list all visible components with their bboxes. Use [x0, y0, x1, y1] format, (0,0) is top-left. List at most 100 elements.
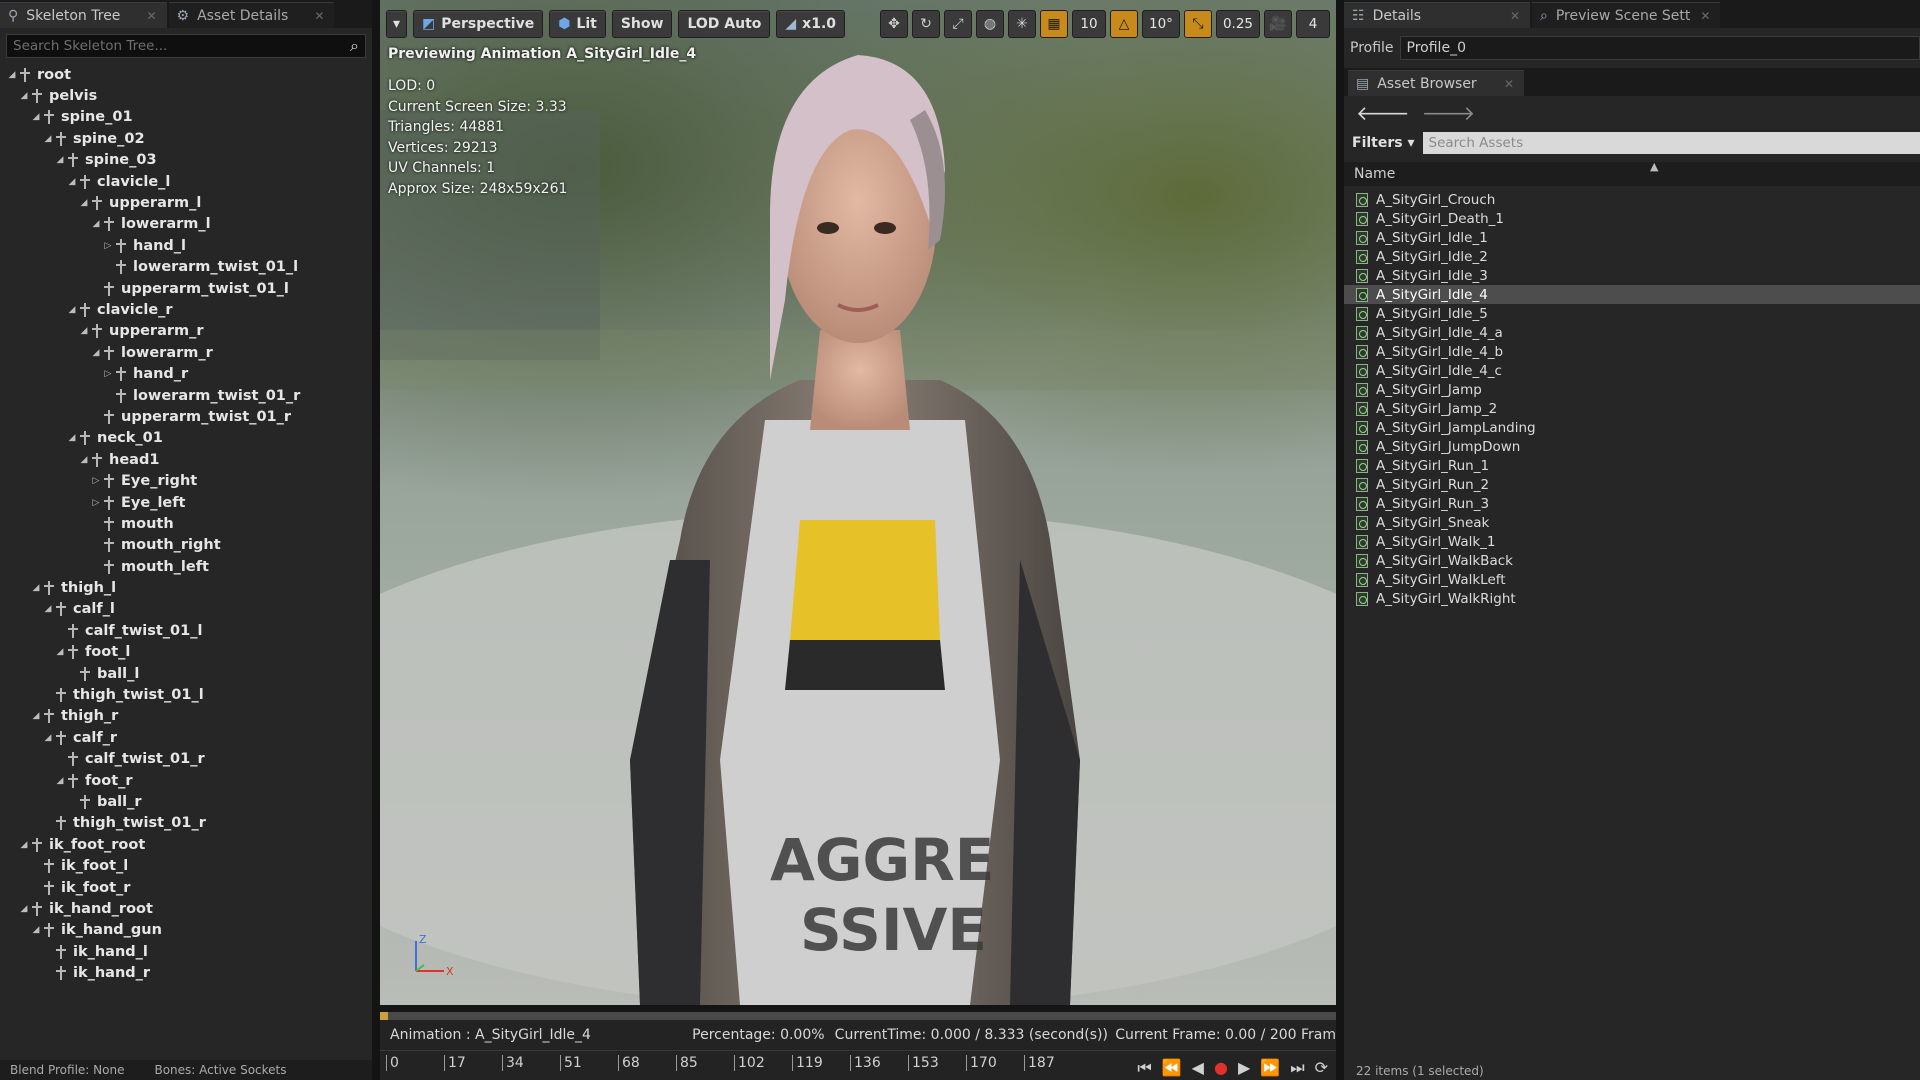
collapsed-arrow-icon[interactable]: ▷	[90, 498, 102, 508]
tab-asset-browser[interactable]: ▤ Asset Browser ✕	[1348, 70, 1524, 96]
expanded-arrow-icon[interactable]: ◢	[54, 155, 66, 165]
play-icon[interactable]: ▶	[1238, 1058, 1250, 1078]
bone-row[interactable]: calf_twist_01_r	[0, 749, 372, 770]
close-icon[interactable]: ✕	[314, 9, 324, 23]
expanded-arrow-icon[interactable]: ◢	[66, 305, 78, 315]
bone-row[interactable]: ◢ thigh_r	[0, 706, 372, 727]
bone-row[interactable]: ◢ calf_r	[0, 727, 372, 748]
bone-row[interactable]: mouth_right	[0, 535, 372, 556]
bone-row[interactable]: ◢ calf_l	[0, 599, 372, 620]
playback-speed-button[interactable]: ◢ x1.0	[776, 10, 846, 38]
world-space-icon[interactable]: ◍	[976, 10, 1004, 38]
collapsed-arrow-icon[interactable]: ▷	[90, 476, 102, 486]
bone-row[interactable]: ◢ foot_l	[0, 642, 372, 663]
bone-row[interactable]: ◢ lowerarm_l	[0, 214, 372, 235]
expanded-arrow-icon[interactable]: ◢	[90, 348, 102, 358]
bone-row[interactable]: ◢ spine_02	[0, 128, 372, 149]
asset-row[interactable]: A_SityGirl_Idle_5	[1344, 304, 1920, 323]
bone-row[interactable]: ◢ foot_r	[0, 770, 372, 791]
bone-row[interactable]: ◢ upperarm_l	[0, 192, 372, 213]
tab-preview-scene-settings[interactable]: ⌕ Preview Scene Sett ✕	[1532, 2, 1721, 28]
asset-row[interactable]: A_SityGirl_Crouch	[1344, 190, 1920, 209]
asset-row[interactable]: A_SityGirl_Run_2	[1344, 475, 1920, 494]
bone-row[interactable]: ▷ hand_l	[0, 235, 372, 256]
expanded-arrow-icon[interactable]: ◢	[18, 904, 30, 914]
asset-row[interactable]: A_SityGirl_Run_3	[1344, 494, 1920, 513]
bone-row[interactable]: ◢ upperarm_r	[0, 321, 372, 342]
bone-row[interactable]: upperarm_twist_01_r	[0, 406, 372, 427]
expanded-arrow-icon[interactable]: ◢	[30, 583, 42, 593]
close-icon[interactable]: ✕	[1504, 77, 1514, 91]
skeleton-search-input[interactable]	[13, 38, 351, 54]
bone-row[interactable]: mouth_left	[0, 556, 372, 577]
bone-row[interactable]: ◢ ik_foot_root	[0, 834, 372, 855]
surface-snap-icon[interactable]: ✳	[1008, 10, 1036, 38]
expanded-arrow-icon[interactable]: ◢	[54, 647, 66, 657]
scale-snap-icon[interactable]: ⤡	[1183, 10, 1212, 38]
bone-row[interactable]: ball_r	[0, 791, 372, 812]
asset-row[interactable]: A_SityGirl_Idle_3	[1344, 266, 1920, 285]
asset-row[interactable]: A_SityGirl_WalkBack	[1344, 551, 1920, 570]
asset-row[interactable]: A_SityGirl_Run_1	[1344, 456, 1920, 475]
expanded-arrow-icon[interactable]: ◢	[6, 70, 18, 80]
name-column-header[interactable]: Name ▲	[1344, 160, 1920, 186]
panel-divider[interactable]	[372, 0, 380, 1080]
bone-row[interactable]: ik_hand_r	[0, 962, 372, 983]
expanded-arrow-icon[interactable]: ◢	[18, 840, 30, 850]
loop-icon[interactable]: ⟳	[1315, 1058, 1328, 1078]
asset-row[interactable]: A_SityGirl_Idle_2	[1344, 247, 1920, 266]
forward-arrow-icon[interactable]: 🡒	[1422, 101, 1476, 125]
bone-row[interactable]: ◢ spine_01	[0, 107, 372, 128]
expanded-arrow-icon[interactable]: ◢	[66, 433, 78, 443]
play-reverse-icon[interactable]: ◀	[1192, 1058, 1204, 1078]
bone-row[interactable]: ◢ thigh_l	[0, 577, 372, 598]
expanded-arrow-icon[interactable]: ◢	[90, 219, 102, 229]
tab-details[interactable]: ☷ Details ✕	[1344, 2, 1530, 28]
expanded-arrow-icon[interactable]: ◢	[30, 112, 42, 122]
expanded-arrow-icon[interactable]: ◢	[18, 91, 30, 101]
bone-row[interactable]: ik_hand_l	[0, 941, 372, 962]
expanded-arrow-icon[interactable]: ◢	[42, 733, 54, 743]
bone-row[interactable]: ◢ ik_hand_root	[0, 898, 372, 919]
bone-row[interactable]: thigh_twist_01_l	[0, 684, 372, 705]
asset-row[interactable]: A_SityGirl_Death_1	[1344, 209, 1920, 228]
grid-snap-value[interactable]: 10	[1072, 10, 1106, 38]
search-icon[interactable]: ⌕	[350, 36, 359, 56]
bone-row[interactable]: ◢ clavicle_l	[0, 171, 372, 192]
asset-row[interactable]: A_SityGirl_JumpDown	[1344, 437, 1920, 456]
asset-row[interactable]: A_SityGirl_Idle_4	[1344, 285, 1920, 304]
asset-search-input[interactable]	[1428, 135, 1920, 151]
asset-row[interactable]: A_SityGirl_Idle_4_b	[1344, 342, 1920, 361]
preview-viewport[interactable]: AGGRE SSIVE ▾ ◩ Perspective ⬢ Lit Show L…	[380, 0, 1336, 1005]
asset-row[interactable]: A_SityGirl_Idle_4_c	[1344, 361, 1920, 380]
bone-row[interactable]: ball_l	[0, 663, 372, 684]
panel-divider[interactable]	[1336, 0, 1344, 1080]
bone-row[interactable]: thigh_twist_01_r	[0, 813, 372, 834]
expanded-arrow-icon[interactable]: ◢	[42, 134, 54, 144]
camera-speed-value[interactable]: 4	[1296, 10, 1330, 38]
expanded-arrow-icon[interactable]: ◢	[78, 455, 90, 465]
grid-snap-icon[interactable]: ▦	[1040, 10, 1068, 38]
close-icon[interactable]: ✕	[1510, 9, 1520, 23]
filters-button[interactable]: Filters ▾	[1352, 135, 1415, 151]
lit-button[interactable]: ⬢ Lit	[549, 10, 606, 38]
bone-row[interactable]: ▷ Eye_right	[0, 470, 372, 491]
expanded-arrow-icon[interactable]: ◢	[54, 776, 66, 786]
viewport-options-button[interactable]: ▾	[386, 10, 408, 38]
expanded-arrow-icon[interactable]: ◢	[78, 198, 90, 208]
bone-row[interactable]: ik_foot_l	[0, 855, 372, 876]
asset-row[interactable]: A_SityGirl_Jamp_2	[1344, 399, 1920, 418]
scale-icon[interactable]: ⤢	[944, 10, 972, 38]
lod-button[interactable]: LOD Auto	[678, 10, 771, 38]
bone-row[interactable]: ◢ head1	[0, 449, 372, 470]
close-icon[interactable]: ✕	[146, 9, 156, 23]
step-back-icon[interactable]: ⏪	[1162, 1058, 1182, 1078]
asset-row[interactable]: A_SityGirl_Sneak	[1344, 513, 1920, 532]
expanded-arrow-icon[interactable]: ◢	[78, 326, 90, 336]
expanded-arrow-icon[interactable]: ◢	[30, 711, 42, 721]
blend-profile-dropdown[interactable]: Blend Profile: None	[10, 1063, 124, 1077]
bones-option-dropdown[interactable]: Bones: Active Sockets	[154, 1063, 286, 1077]
bone-row[interactable]: lowerarm_twist_01_l	[0, 257, 372, 278]
bone-row[interactable]: mouth	[0, 513, 372, 534]
perspective-button[interactable]: ◩ Perspective	[413, 10, 544, 38]
